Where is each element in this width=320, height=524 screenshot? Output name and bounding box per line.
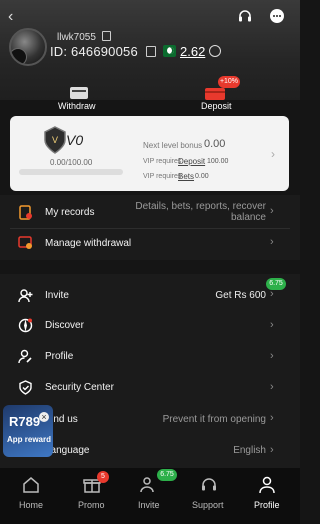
invite-reward-text: Get Rs 600	[215, 290, 266, 301]
req-bets-label: VIP requires	[143, 173, 182, 180]
nav-support-label[interactable]: Support	[192, 500, 224, 510]
copy-id-icon[interactable]	[145, 46, 156, 57]
req-deposit-link[interactable]: Deposit	[178, 157, 205, 166]
withdraw-icon[interactable]	[69, 85, 89, 101]
manage-withdrawal-chevron-icon[interactable]: ›	[270, 236, 274, 248]
discover-chevron-icon[interactable]: ›	[270, 319, 274, 331]
invite-label[interactable]: Invite	[45, 290, 69, 301]
invite-nav-icon[interactable]	[140, 476, 158, 494]
nav-promo-label[interactable]: Promo	[78, 500, 105, 510]
records-chevron-icon[interactable]: ›	[270, 205, 274, 217]
user-id: ID: 646690056	[50, 44, 156, 59]
manage-withdrawal-label[interactable]: Manage withdrawal	[45, 238, 131, 249]
find-us-hint: Prevent it from opening	[162, 414, 266, 425]
profile-label[interactable]: Profile	[45, 351, 73, 362]
balance-amount: 2.62	[180, 44, 206, 59]
deposit-bonus-badge: +10%	[218, 76, 240, 88]
next-level-label: Next level bonus	[143, 141, 203, 150]
invite-amount-badge: 6.75	[266, 278, 286, 290]
discover-label[interactable]: Discover	[45, 320, 84, 331]
nav-invite-label[interactable]: Invite	[138, 500, 160, 510]
headset-icon[interactable]	[237, 8, 253, 24]
profile-icon	[18, 349, 32, 364]
my-records-hint-1: Details, bets, reports, recover	[135, 201, 266, 212]
vip-level: V0	[66, 132, 84, 148]
back-chevron-icon[interactable]: ‹	[8, 8, 13, 26]
req-bets-link[interactable]: Bets	[178, 172, 194, 181]
divider	[10, 228, 290, 229]
profile-chevron-icon[interactable]: ›	[270, 350, 274, 362]
my-records-hint-2: balance	[230, 212, 266, 223]
my-records-label[interactable]: My records	[45, 207, 94, 218]
withdraw-button[interactable]: Withdraw	[58, 101, 96, 111]
profile-nav-icon[interactable]	[258, 476, 276, 494]
invite-nav-badge: 6.75	[157, 469, 177, 481]
refresh-icon[interactable]	[209, 45, 221, 57]
chat-bubble-icon[interactable]	[269, 8, 285, 24]
language-chevron-icon[interactable]: ›	[270, 444, 274, 456]
avatar[interactable]	[9, 28, 47, 66]
security-chevron-icon[interactable]: ›	[270, 381, 274, 393]
copy-icon[interactable]	[101, 31, 111, 41]
banner-brand: R789	[9, 414, 41, 429]
records-icon	[19, 205, 32, 220]
support-headset-icon[interactable]	[200, 476, 218, 494]
home-icon[interactable]	[22, 476, 40, 494]
discover-icon	[18, 318, 33, 333]
nav-home-label[interactable]: Home	[19, 500, 43, 510]
shield-icon	[19, 380, 32, 395]
vip-progress-text: 0.00/100.00	[50, 158, 93, 167]
close-banner-icon[interactable]: ×	[39, 412, 49, 422]
manage-withdrawal-icon	[18, 236, 32, 249]
req-deposit-label: VIP requires	[143, 158, 182, 165]
vip-progress-bar	[19, 169, 123, 175]
promo-badge: 5	[97, 471, 109, 483]
next-level-value: 0.00	[204, 138, 226, 150]
deposit-button[interactable]: Deposit	[201, 101, 232, 111]
pakistan-flag-icon	[163, 45, 176, 57]
username: llwk7055	[57, 31, 111, 43]
req-bets-value: 0.00	[195, 173, 209, 180]
vip-mini-badge-icon	[11, 48, 27, 64]
security-center-label[interactable]: Security Center	[45, 382, 114, 393]
svg-text:V: V	[52, 135, 58, 145]
vip-chevron-icon[interactable]: ›	[271, 147, 275, 161]
nav-profile-label[interactable]: Profile	[254, 500, 280, 510]
language-value: English	[233, 445, 266, 456]
req-deposit-value: 100.00	[207, 158, 229, 165]
invite-icon	[18, 289, 33, 303]
find-us-chevron-icon[interactable]: ›	[270, 412, 274, 424]
vip-shield-icon: V	[44, 126, 66, 154]
invite-chevron-icon[interactable]: ›	[270, 288, 274, 300]
banner-line: App reward	[7, 435, 52, 444]
